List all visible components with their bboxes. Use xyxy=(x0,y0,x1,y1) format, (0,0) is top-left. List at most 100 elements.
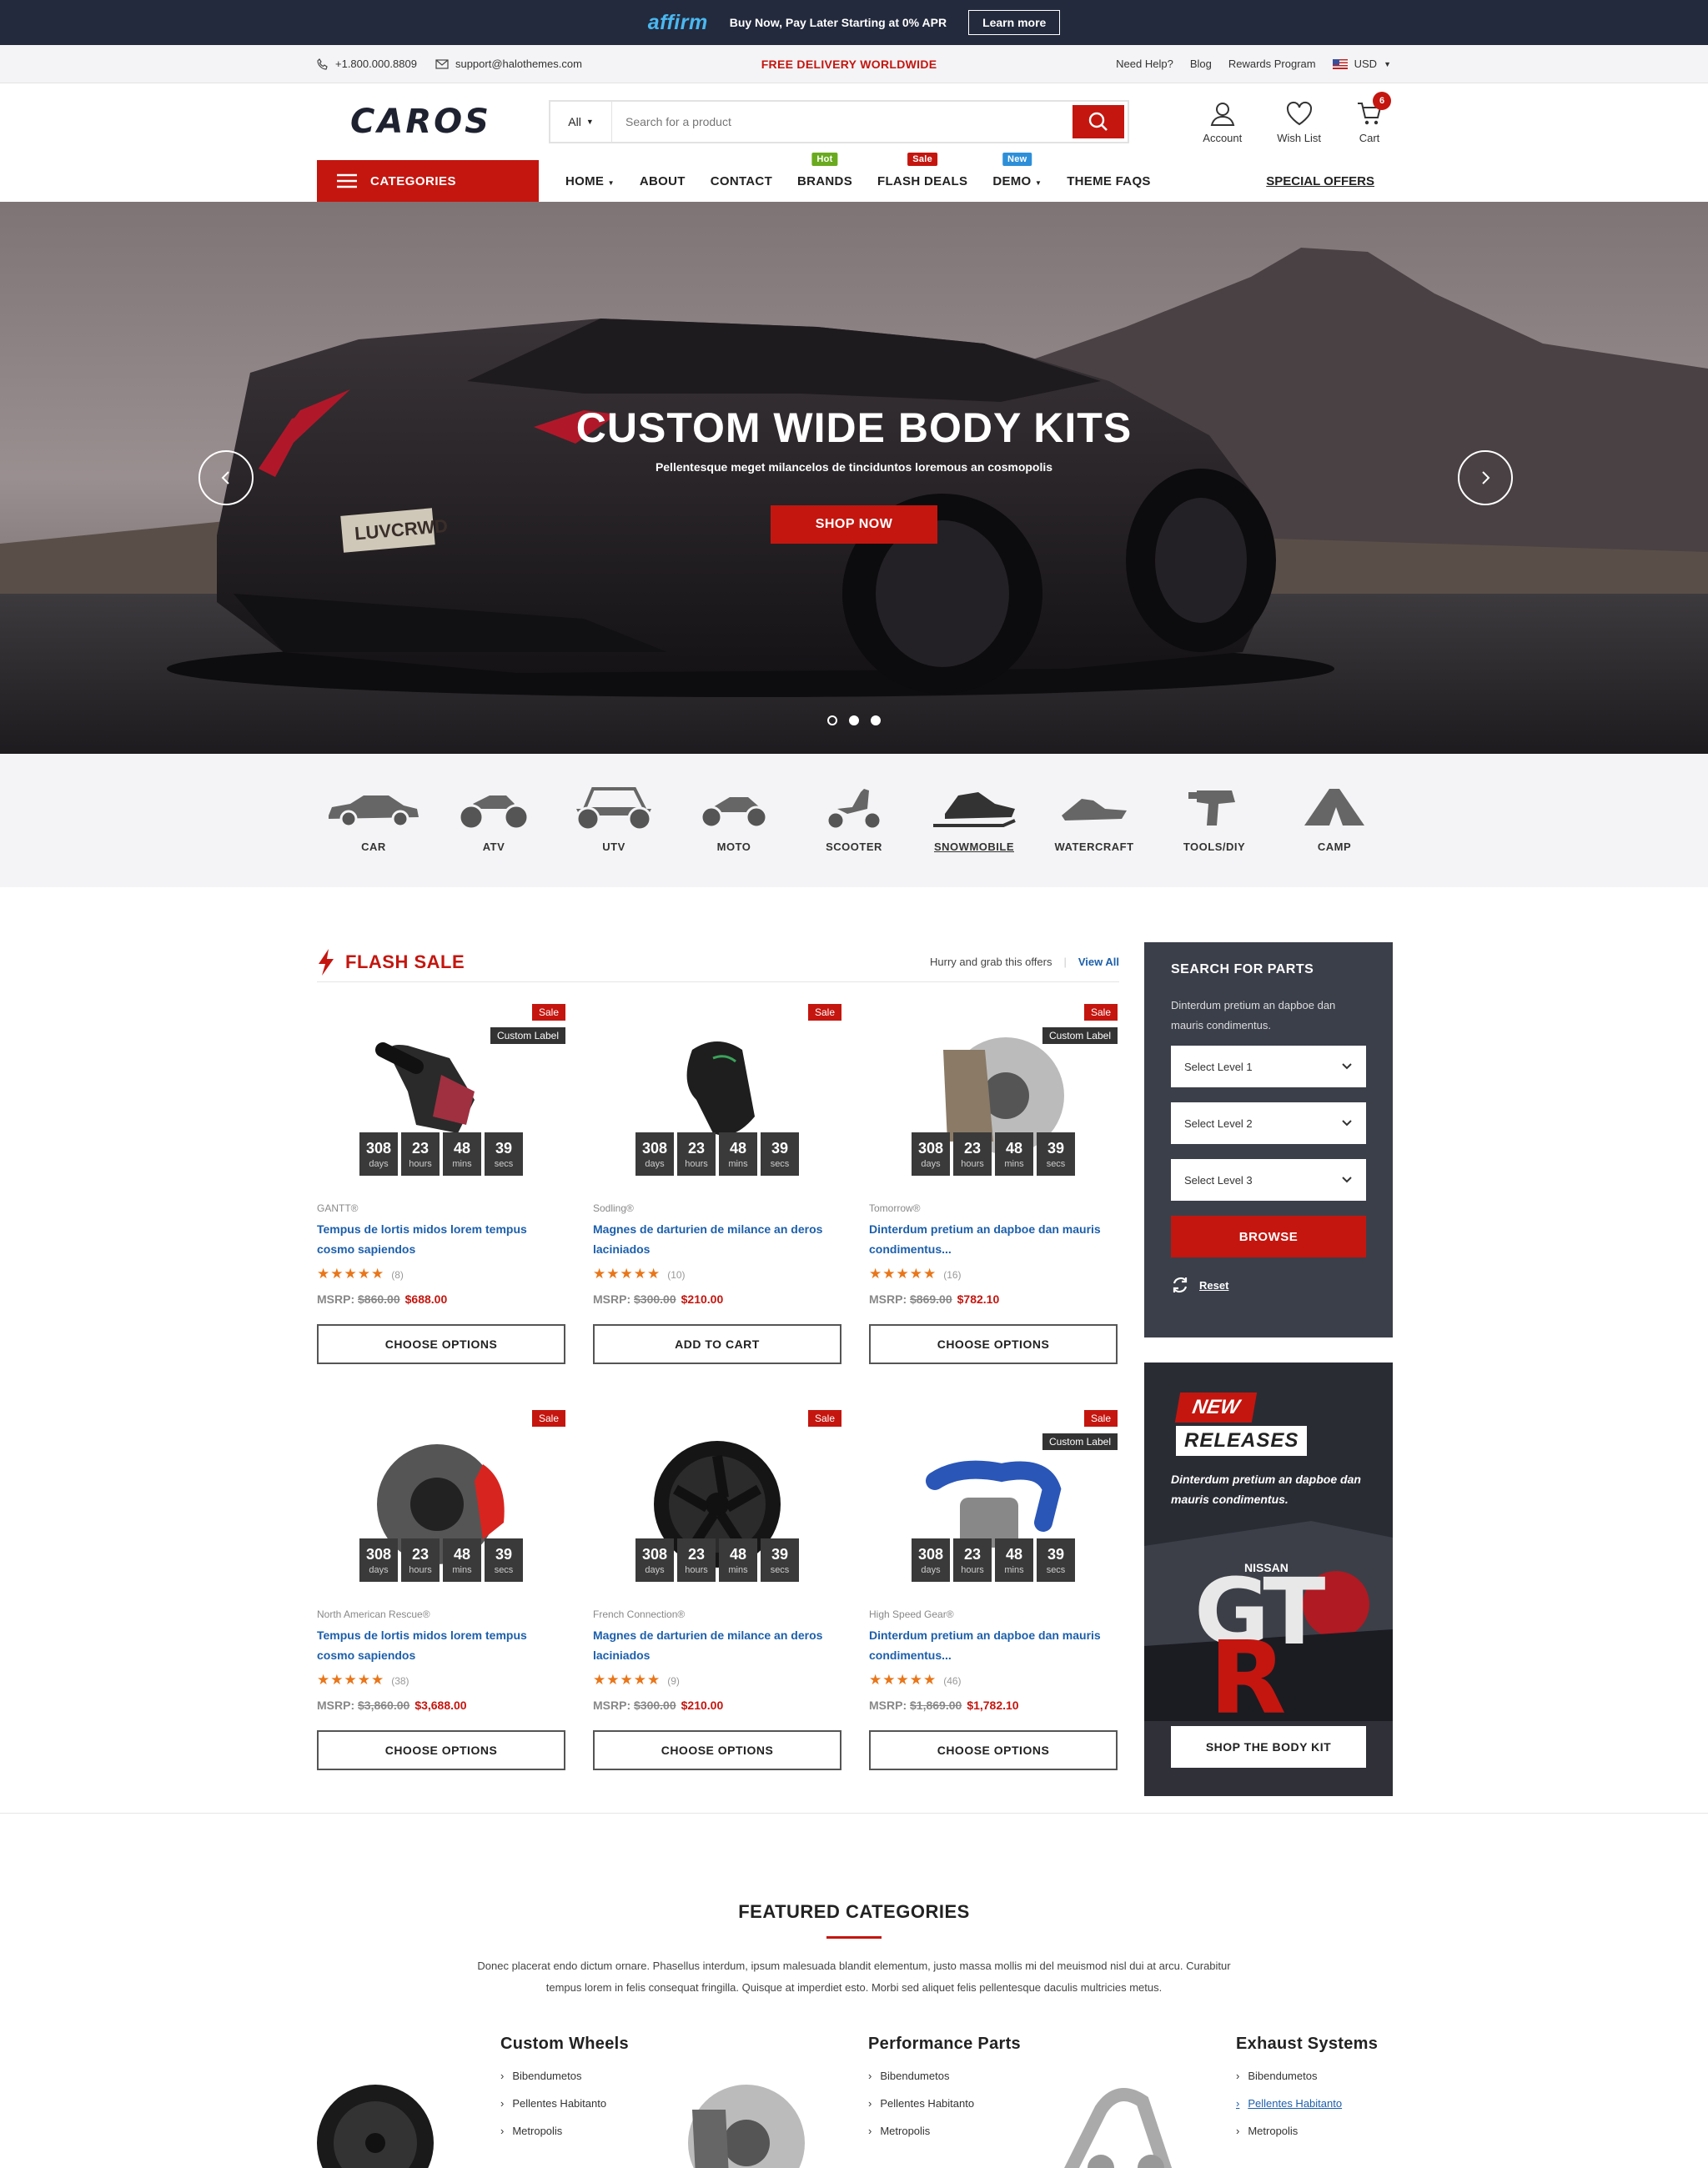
nav-theme-faqs[interactable]: THEME FAQS xyxy=(1067,174,1151,188)
category-link[interactable]: › Pellentes Habitanto xyxy=(868,2090,1021,2117)
vehicle-watercraft[interactable]: WATERCRAFT xyxy=(1034,784,1154,887)
countdown-hours: 23 hours xyxy=(401,1538,440,1582)
product-image[interactable]: Sale Custom Label 308 days 23 hours 48 mins… xyxy=(869,1004,1118,1187)
product-image[interactable]: Sale Custom Label 308 days 23 hours 48 mins… xyxy=(317,1004,565,1187)
product-image[interactable]: Sale 308 days 23 hours 48 mins 39 secs xyxy=(317,1410,565,1593)
search-category-select[interactable]: All ▼ xyxy=(550,102,612,142)
nav-flash-deals[interactable]: Sale FLASH DEALS xyxy=(877,152,967,188)
vehicle-moto[interactable]: MOTO xyxy=(674,784,794,887)
search-input[interactable] xyxy=(612,102,1073,142)
select-level-2[interactable]: Select Level 2 xyxy=(1171,1102,1366,1144)
product-price: MSRP: $300.00 $210.00 xyxy=(593,1292,841,1306)
countdown-days: 308 days xyxy=(912,1538,950,1582)
choose-options-button[interactable]: CHOOSE OPTIONS xyxy=(317,1324,565,1364)
cart-link[interactable]: 6 Cart xyxy=(1356,91,1391,144)
category-link[interactable]: › Bibendumetos xyxy=(868,2062,1021,2090)
product-title[interactable]: Dinterdum pretium an dapboe dan mauris c… xyxy=(869,1625,1118,1665)
choose-options-button[interactable]: CHOOSE OPTIONS xyxy=(593,1730,841,1770)
select-level-3[interactable]: Select Level 3 xyxy=(1171,1159,1366,1201)
nav-demo[interactable]: New DEMO ▼ xyxy=(992,152,1042,188)
product-title[interactable]: Tempus de lortis midos lorem tempus cosm… xyxy=(317,1625,565,1665)
browse-button[interactable]: BROWSE xyxy=(1171,1216,1366,1257)
countdown-hours: 23 hours xyxy=(677,1132,716,1176)
phone-link[interactable]: +1.800.000.8809 xyxy=(317,58,417,70)
chevron-down-icon: ▼ xyxy=(1384,59,1391,68)
sale-badge: Sale xyxy=(907,152,938,166)
review-count: (16) xyxy=(943,1269,962,1281)
category-link[interactable]: › Metropolis xyxy=(1236,2117,1378,2145)
product-title[interactable]: Magnes de darturien de milance an deros … xyxy=(593,1219,841,1259)
reset-link[interactable]: Reset xyxy=(1171,1276,1366,1294)
product-title[interactable]: Dinterdum pretium an dapboe dan mauris c… xyxy=(869,1219,1118,1259)
slider-dot[interactable] xyxy=(827,715,837,725)
search-parts-title: SEARCH FOR PARTS xyxy=(1171,962,1314,976)
category-link[interactable]: › Bibendumetos xyxy=(500,2062,629,2090)
slider-dot[interactable] xyxy=(849,715,859,725)
site-logo[interactable]: CAROS xyxy=(317,103,532,141)
msrp-label: MSRP: xyxy=(869,1699,907,1712)
slider-dot[interactable] xyxy=(871,715,881,725)
slider-next-button[interactable] xyxy=(1458,450,1513,505)
vehicle-car[interactable]: CAR xyxy=(314,784,434,887)
countdown-secs: 39 secs xyxy=(485,1538,523,1582)
watercraft-icon xyxy=(1062,799,1127,821)
countdown-secs: 39 secs xyxy=(1037,1538,1075,1582)
search-button[interactable] xyxy=(1073,105,1124,138)
new-releases-banner[interactable]: NEW RELEASES Dinterdum pretium an dapboe… xyxy=(1144,1363,1393,1796)
select-level-1[interactable]: Select Level 1 xyxy=(1171,1046,1366,1087)
countdown-mins: 48 mins xyxy=(995,1538,1033,1582)
snowmobile-icon xyxy=(933,792,1016,827)
countdown-days: 308 days xyxy=(635,1538,674,1582)
vehicle-camp[interactable]: CAMP xyxy=(1274,784,1394,887)
email-link[interactable]: support@halothemes.com xyxy=(435,58,582,70)
category-link[interactable]: › Bibendumetos xyxy=(1236,2062,1378,2090)
slider-prev-button[interactable] xyxy=(198,450,254,505)
vehicle-utv[interactable]: UTV xyxy=(554,784,674,887)
rewards-link[interactable]: Rewards Program xyxy=(1228,58,1316,70)
vehicle-scooter[interactable]: SCOOTER xyxy=(794,784,914,887)
shop-body-kit-button[interactable]: SHOP THE BODY KIT xyxy=(1171,1726,1366,1768)
product-title[interactable]: Tempus de lortis midos lorem tempus cosm… xyxy=(317,1219,565,1259)
shop-now-button[interactable]: SHOP NOW xyxy=(771,505,937,544)
choose-options-button[interactable]: CHOOSE OPTIONS xyxy=(869,1730,1118,1770)
sale-badge: Sale xyxy=(1083,1410,1118,1427)
chevron-right-icon: › xyxy=(500,2097,505,2110)
currency-selector[interactable]: USD ▼ xyxy=(1332,58,1391,70)
need-help-link[interactable]: Need Help? xyxy=(1116,58,1173,70)
special-offers-link[interactable]: SPECIAL OFFERS xyxy=(1266,174,1374,188)
tent-icon xyxy=(1304,789,1364,826)
product-price: MSRP: $869.00 $782.10 xyxy=(869,1292,1118,1306)
view-all-link[interactable]: View All xyxy=(1078,956,1119,968)
product-title[interactable]: Magnes de darturien de milance an deros … xyxy=(593,1625,841,1665)
product-image[interactable]: Sale Custom Label 308 days 23 hours 48 mins… xyxy=(869,1410,1118,1593)
category-link[interactable]: › Metropolis xyxy=(500,2117,629,2145)
add-to-cart-button[interactable]: ADD TO CART xyxy=(593,1324,841,1364)
vehicle-atv[interactable]: ATV xyxy=(434,784,554,887)
wishlist-link[interactable]: Wish List xyxy=(1277,100,1321,144)
category-title[interactable]: Exhaust Systems xyxy=(1236,2035,1378,2054)
vehicle-watercraft-label: WATERCRAFT xyxy=(1054,841,1134,853)
sale-price: $210.00 xyxy=(681,1292,724,1306)
nav-home[interactable]: HOME ▼ xyxy=(565,174,615,188)
affirm-logo: affirm xyxy=(647,10,708,34)
nav-brands[interactable]: Hot BRANDS xyxy=(797,152,852,188)
nav-about[interactable]: ABOUT xyxy=(640,174,686,188)
categories-button[interactable]: CATEGORIES xyxy=(317,160,539,202)
category-link[interactable]: › Pellentes Habitanto xyxy=(500,2090,629,2117)
vehicle-snowmobile[interactable]: SNOWMOBILE xyxy=(914,784,1034,887)
account-menu[interactable]: Account xyxy=(1203,100,1242,144)
choose-options-button[interactable]: CHOOSE OPTIONS xyxy=(869,1324,1118,1364)
product-image[interactable]: Sale 308 days 23 hours 48 mins 39 secs xyxy=(593,1004,841,1187)
choose-options-button[interactable]: CHOOSE OPTIONS xyxy=(317,1730,565,1770)
vehicle-tools[interactable]: TOOLS/DIY xyxy=(1154,784,1274,887)
learn-more-button[interactable]: Learn more xyxy=(968,10,1061,35)
category-link[interactable]: › Pellentes Habitanto xyxy=(1236,2090,1378,2117)
product-image[interactable]: Sale 308 days 23 hours 48 mins 39 secs xyxy=(593,1410,841,1593)
countdown-timer: 308 days 23 hours 48 mins 39 secs xyxy=(635,1132,799,1176)
category-title[interactable]: Performance Parts xyxy=(868,2035,1021,2054)
nav-contact[interactable]: CONTACT xyxy=(711,174,772,188)
product-price: MSRP: $860.00 $688.00 xyxy=(317,1292,565,1306)
blog-link[interactable]: Blog xyxy=(1190,58,1212,70)
category-title[interactable]: Custom Wheels xyxy=(500,2035,629,2054)
category-link[interactable]: › Metropolis xyxy=(868,2117,1021,2145)
